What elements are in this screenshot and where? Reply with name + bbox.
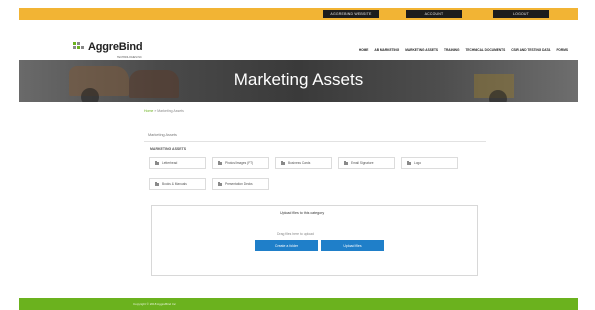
divider: [144, 141, 486, 142]
top-utility-bar: AGGREBIND WEBSITE ACCOUNT LOGOUT: [19, 8, 578, 20]
upload-dropzone[interactable]: Upload files to this category Drag files…: [151, 205, 478, 276]
folder-label: Business Cards: [288, 161, 311, 165]
folder-label: Books & Manuals: [162, 182, 187, 186]
copyright-text: Copyright © 2018 AggreBind Inc: [133, 302, 176, 306]
logout-button[interactable]: LOGOUT: [493, 10, 549, 18]
site-header: AggreBind TECHNOLOGIES INC HOME AB MARKE…: [19, 20, 578, 60]
folder-icon: [344, 160, 348, 165]
nav-item-ab-marketing[interactable]: AB MARKETING: [374, 48, 399, 52]
folder-logo[interactable]: Logo: [401, 157, 458, 169]
folder-icon: [218, 181, 222, 186]
breadcrumb-home-link[interactable]: Home: [144, 109, 153, 113]
panel-title: Marketing Assets: [148, 133, 177, 137]
page-frame: AGGREBIND WEBSITE ACCOUNT LOGOUT AggreBi…: [19, 8, 578, 310]
nav-item-csir-testing-data[interactable]: CSIR AND TESTING DATA: [511, 48, 550, 52]
hero-wheel-icon: [81, 88, 99, 102]
nav-item-marketing-assets[interactable]: MARKETING ASSETS: [405, 48, 438, 52]
create-folder-button[interactable]: Create a folder: [255, 240, 318, 251]
folder-books-manuals[interactable]: Books & Manuals: [149, 178, 206, 190]
folder-icon: [281, 160, 285, 165]
breadcrumb: Home » Marketing Assets: [144, 109, 184, 113]
folder-icon: [155, 160, 159, 165]
folder-photos-images[interactable]: Photos/Images (FT): [212, 157, 269, 169]
brand-tagline: TECHNOLOGIES INC: [117, 56, 142, 59]
section-label: MARKETING ASSETS: [150, 147, 187, 151]
page-title: Marketing Assets: [233, 70, 364, 89]
folder-label: Photos/Images (FT): [225, 161, 254, 165]
folder-email-signature[interactable]: Email Signature: [338, 157, 395, 169]
folder-label: Letterhead: [162, 161, 178, 165]
nav-item-technical-documents[interactable]: TECHNICAL DOCUMENTS: [465, 48, 505, 52]
folder-icon: [155, 181, 159, 186]
nav-item-training[interactable]: TRAINING: [444, 48, 459, 52]
assets-panel: Marketing Assets MARKETING ASSETS Letter…: [144, 126, 486, 301]
folder-label: Logo: [414, 161, 422, 165]
upload-hint: Drag files here to upload: [277, 232, 314, 236]
logo-mark-icon: [73, 42, 85, 52]
account-button[interactable]: ACCOUNT: [406, 10, 462, 18]
hero-wheel-icon: [489, 90, 507, 102]
folder-icon: [407, 160, 411, 165]
upload-files-button[interactable]: Upload files: [321, 240, 384, 251]
hero-banner: Marketing Assets: [19, 60, 578, 102]
brand-name: AggreBind: [88, 41, 143, 53]
site-footer: Copyright © 2018 AggreBind Inc: [19, 298, 578, 310]
brand-logo[interactable]: AggreBind: [73, 40, 143, 54]
folder-presentation-decks[interactable]: Presentation Decks: [212, 178, 269, 190]
folder-letterhead[interactable]: Letterhead: [149, 157, 206, 169]
folder-business-cards[interactable]: Business Cards: [275, 157, 332, 169]
main-nav: HOME AB MARKETING MARKETING ASSETS TRAIN…: [359, 48, 568, 52]
nav-item-forms[interactable]: FORMS: [556, 48, 568, 52]
folder-label: Presentation Decks: [225, 182, 253, 186]
folder-label: Email Signature: [351, 161, 374, 165]
breadcrumb-current: Marketing Assets: [157, 109, 184, 113]
nav-item-home[interactable]: HOME: [359, 48, 369, 52]
folder-icon: [218, 160, 222, 165]
aggrebind-website-button[interactable]: AGGREBIND WEBSITE: [323, 10, 379, 18]
upload-heading: Upload files to this category: [280, 211, 325, 215]
